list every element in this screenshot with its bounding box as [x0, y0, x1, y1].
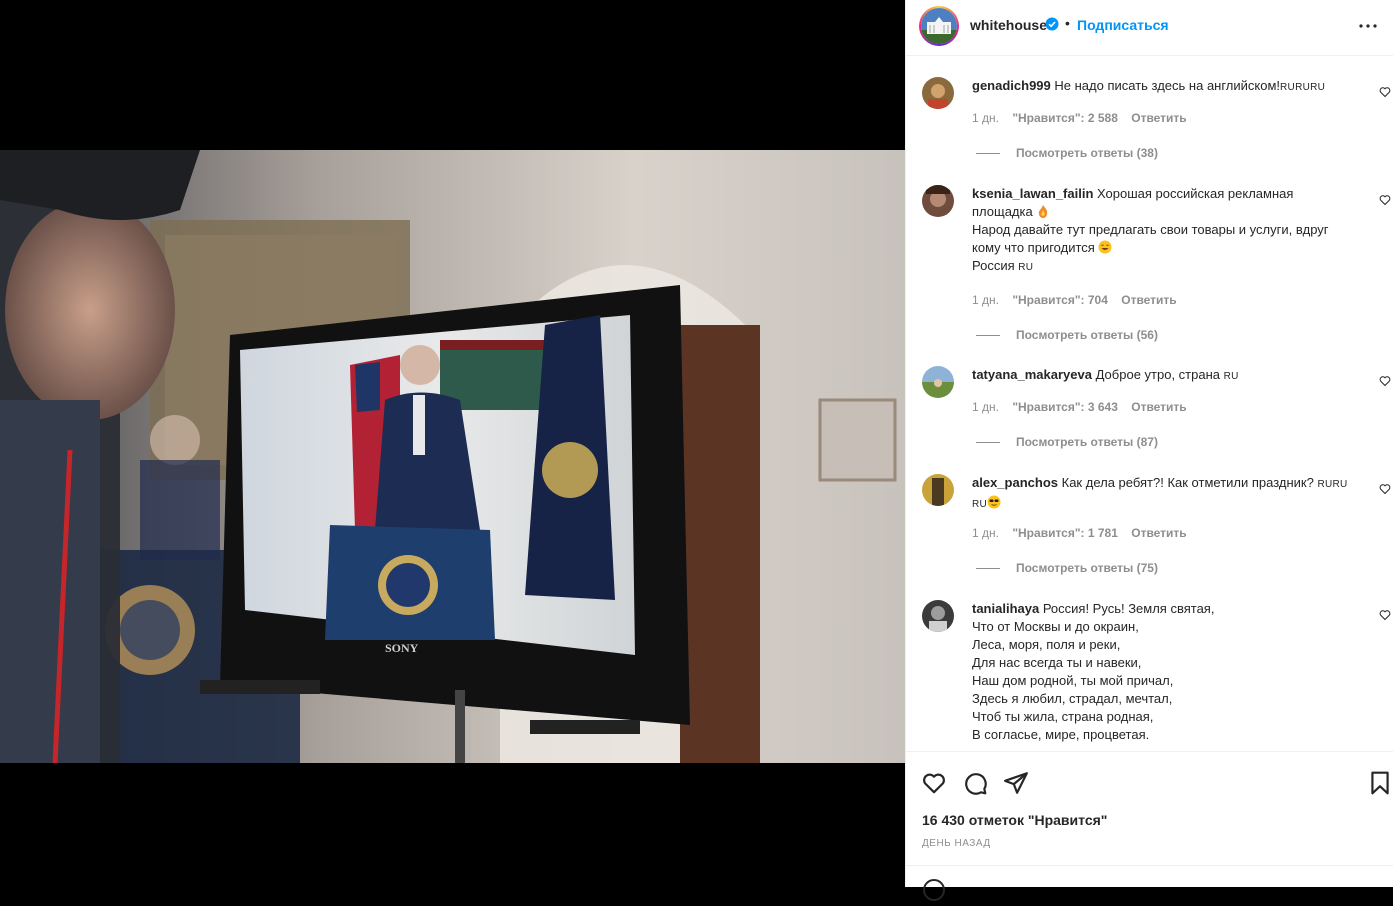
- post-media: SONY: [0, 0, 905, 887]
- replies-divider: [976, 335, 1000, 337]
- add-comment-bar[interactable]: [906, 865, 1393, 906]
- reply-button[interactable]: Ответить: [1121, 293, 1176, 307]
- comment-body: alex_panchos Как дела ребят?! Как отмети…: [972, 474, 1352, 514]
- comment-meta: 1 дн. "Нравится": 2 588 Ответить: [972, 111, 1197, 125]
- comment-text-line: Здесь я любил, страдал, мечтал,: [972, 691, 1173, 706]
- commenter-username[interactable]: tatyana_makaryeva: [972, 367, 1092, 382]
- view-replies-label: Посмотреть ответы (56): [1016, 328, 1158, 342]
- comment-text-line: В согласье, мире, процветая.: [972, 727, 1150, 742]
- view-replies-label: Посмотреть ответы (38): [1016, 146, 1158, 160]
- view-replies-button[interactable]: Посмотреть ответы (87): [976, 435, 1158, 449]
- comment-text-line: Не надо писать здесь на английском!RURUR…: [1054, 78, 1326, 93]
- comment-likes[interactable]: "Нравится": 704: [1012, 293, 1108, 307]
- white-house-logo-icon: [921, 8, 957, 44]
- commenter-avatar[interactable]: [922, 185, 954, 217]
- view-replies-label: Посмотреть ответы (75): [1016, 561, 1158, 575]
- view-replies-button[interactable]: Посмотреть ответы (56): [976, 328, 1158, 342]
- comment-body: ksenia_lawan_failin Хорошая российская р…: [972, 185, 1352, 277]
- post-side-panel: whitehouse • Подписаться genadich999 Не …: [905, 0, 1393, 901]
- view-replies-label: Посмотреть ответы (87): [1016, 435, 1158, 449]
- commenter-avatar[interactable]: [922, 366, 954, 398]
- author-username[interactable]: whitehouse: [970, 17, 1047, 33]
- comment-body: genadich999 Не надо писать здесь на англ…: [972, 77, 1352, 97]
- comment-text-line: Как дела ребят?! Как отметили праздник? …: [1061, 475, 1348, 490]
- comment-likes[interactable]: "Нравится": 3 643: [1012, 400, 1118, 414]
- commenter-username[interactable]: alex_panchos: [972, 475, 1058, 490]
- comment-heart-icon[interactable]: [1379, 483, 1391, 495]
- post-header: whitehouse • Подписаться: [906, 0, 1393, 56]
- commenter-avatar[interactable]: [922, 77, 954, 109]
- reply-button[interactable]: Ответить: [1131, 111, 1186, 125]
- comment-icon[interactable]: [962, 770, 988, 796]
- comment-meta: 1 дн. "Нравится": 704 Ответить: [972, 293, 1187, 307]
- commenter-username[interactable]: genadich999: [972, 78, 1051, 93]
- comment-text-line: Леса, моря, поля и реки,: [972, 637, 1121, 652]
- commenter-username[interactable]: ksenia_lawan_failin: [972, 186, 1093, 201]
- heart-icon[interactable]: [921, 770, 947, 796]
- commenter-username[interactable]: tanialihaya: [972, 601, 1039, 616]
- commenter-avatar[interactable]: [922, 600, 954, 632]
- comment-text-line: Россия RU: [972, 258, 1034, 273]
- post-actions: 16 430 отметок "Нравится" День назад: [906, 751, 1393, 901]
- more-options-icon[interactable]: [1356, 14, 1380, 38]
- replies-divider: [976, 153, 1000, 155]
- comment-text-line: площадка: [972, 204, 1033, 219]
- sunglasses-emoji-icon: [987, 495, 1001, 509]
- comment-body: tanialihaya Россия! Русь! Земля святая, …: [972, 600, 1352, 744]
- post-photo[interactable]: SONY: [0, 150, 905, 763]
- comment-age: 1 дн.: [972, 293, 999, 307]
- comment-text-line: Для нас всегда ты и навеки,: [972, 655, 1142, 670]
- replies-divider: [976, 442, 1000, 444]
- view-replies-button[interactable]: Посмотреть ответы (75): [976, 561, 1158, 575]
- comment-heart-icon[interactable]: [1379, 609, 1391, 621]
- comment-text-line: Хорошая российская рекламная: [1097, 186, 1294, 201]
- comments-list[interactable]: genadich999 Не надо писать здесь на англ…: [906, 57, 1393, 751]
- follow-button[interactable]: Подписаться: [1077, 17, 1169, 33]
- comment-heart-icon[interactable]: [1379, 194, 1391, 206]
- comment-heart-icon[interactable]: [1379, 86, 1391, 98]
- svg-text:SONY: SONY: [385, 641, 419, 655]
- post-timestamp: День назад: [922, 838, 991, 849]
- comment-text-line: кому что пригодится: [972, 240, 1095, 255]
- comment-age: 1 дн.: [972, 400, 999, 414]
- comment-text-line: Что от Москвы и до окраин,: [972, 619, 1139, 634]
- comment-likes[interactable]: "Нравится": 1 781: [1012, 526, 1118, 540]
- comment-heart-icon[interactable]: [1379, 375, 1391, 387]
- view-replies-button[interactable]: Посмотреть ответы (38): [976, 146, 1158, 160]
- comment-meta: 1 дн. "Нравится": 3 643 Ответить: [972, 400, 1197, 414]
- comment-text-line: Народ давайте тут предлагать свои товары…: [972, 222, 1329, 237]
- comment-text-line: Россия! Русь! Земля святая,: [1042, 601, 1215, 616]
- comment-text-line: RU: [972, 499, 988, 510]
- comment-text-line: Наш дом родной, ты мой причал,: [972, 673, 1174, 688]
- comment-age: 1 дн.: [972, 526, 999, 540]
- share-icon[interactable]: [1003, 770, 1029, 796]
- commenter-avatar[interactable]: [922, 474, 954, 506]
- post-likes-count[interactable]: 16 430 отметок "Нравится": [922, 812, 1107, 828]
- replies-divider: [976, 568, 1000, 570]
- comment-text-line: Чтоб ты жила, страна родная,: [972, 709, 1154, 724]
- bookmark-icon[interactable]: [1367, 770, 1393, 796]
- comment-likes[interactable]: "Нравится": 2 588: [1012, 111, 1118, 125]
- comment-meta: 1 дн. "Нравится": 1 781 Ответить: [972, 526, 1197, 540]
- smile-icon[interactable]: [922, 878, 946, 902]
- author-avatar[interactable]: [919, 6, 959, 46]
- comment-text-line: Доброе утро, страна RU: [1095, 367, 1239, 382]
- comment-age: 1 дн.: [972, 111, 999, 125]
- reply-button[interactable]: Ответить: [1131, 400, 1186, 414]
- reply-button[interactable]: Ответить: [1131, 526, 1186, 540]
- laughing-emoji-icon: [1098, 240, 1112, 254]
- verified-badge-icon: [1045, 17, 1059, 31]
- header-separator: •: [1065, 15, 1070, 31]
- comment-body: tatyana_makaryeva Доброе утро, страна RU: [972, 366, 1352, 386]
- fire-emoji-icon: [1039, 205, 1048, 218]
